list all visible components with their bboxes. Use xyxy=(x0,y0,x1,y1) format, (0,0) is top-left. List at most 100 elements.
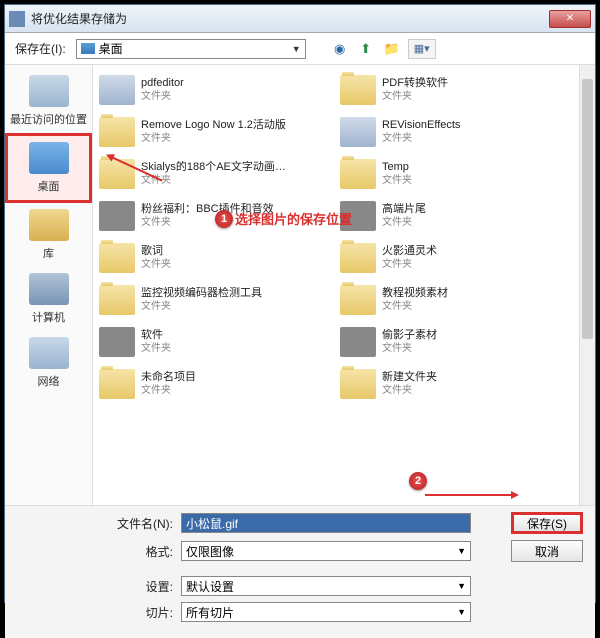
chevron-down-icon: ▼ xyxy=(457,607,466,617)
file-item[interactable]: 粉丝福利：BBC插件和音效文件夹 xyxy=(93,195,334,237)
places-sidebar: 最近访问的位置桌面库计算机网络 xyxy=(5,65,93,505)
file-item[interactable]: 教程视频素材文件夹 xyxy=(334,279,575,321)
main-area: 最近访问的位置桌面库计算机网络 pdfeditor文件夹PDF转换软件文件夹Re… xyxy=(5,65,595,505)
file-type: 文件夹 xyxy=(382,133,460,145)
folder-icon xyxy=(340,201,376,231)
folder-icon xyxy=(99,243,135,273)
settings-label: 设置: xyxy=(105,578,173,595)
file-name: 粉丝福利：BBC插件和音效 xyxy=(141,203,274,216)
sidebar-item-computer[interactable]: 计算机 xyxy=(5,267,92,331)
chevron-down-icon: ▼ xyxy=(292,44,301,54)
save-dialog-window: 将优化结果存储为 ✕ 保存在(I): 桌面 ▼ ◉ ⬆ 📁 ▦▾ 最近访问的位置… xyxy=(4,4,596,603)
sidebar-item-network[interactable]: 网络 xyxy=(5,331,92,395)
titlebar[interactable]: 将优化结果存储为 ✕ xyxy=(5,5,595,33)
file-item[interactable]: 偷影子素材文件夹 xyxy=(334,321,575,363)
location-dropdown[interactable]: 桌面 ▼ xyxy=(76,39,306,59)
sidebar-item-label: 最近访问的位置 xyxy=(10,111,87,127)
file-item[interactable]: PDF转换软件文件夹 xyxy=(334,69,575,111)
bottom-panel: 文件名(N): 保存(S) 格式: 仅限图像▼ 取消 设置: 默认设置▼ 切片:… xyxy=(5,505,595,638)
file-item[interactable]: 新建文件夹文件夹 xyxy=(334,363,575,405)
file-type: 文件夹 xyxy=(141,301,262,313)
folder-icon xyxy=(99,201,135,231)
close-icon: ✕ xyxy=(566,13,574,24)
folder-icon xyxy=(340,159,376,189)
file-type: 文件夹 xyxy=(141,175,291,187)
computer-icon xyxy=(29,273,69,305)
desktop-icon xyxy=(81,43,95,54)
file-item[interactable]: pdfeditor文件夹 xyxy=(93,69,334,111)
file-type: 文件夹 xyxy=(141,385,196,397)
sidebar-item-label: 计算机 xyxy=(32,309,65,325)
file-name: pdfeditor xyxy=(141,77,184,90)
file-type: 文件夹 xyxy=(382,217,426,229)
file-name: 未命名项目 xyxy=(141,371,196,384)
file-item[interactable]: 火影通灵术文件夹 xyxy=(334,237,575,279)
sidebar-item-lib[interactable]: 库 xyxy=(5,203,92,267)
file-type: 文件夹 xyxy=(382,301,448,313)
file-name: 监控视频编码器检测工具 xyxy=(141,287,262,300)
cancel-button[interactable]: 取消 xyxy=(511,540,583,562)
location-value: 桌面 xyxy=(99,40,123,57)
file-item[interactable]: 软件文件夹 xyxy=(93,321,334,363)
sidebar-item-recent[interactable]: 最近访问的位置 xyxy=(5,69,92,133)
network-icon xyxy=(29,337,69,369)
file-item[interactable]: 高端片尾文件夹 xyxy=(334,195,575,237)
folder-icon xyxy=(340,117,376,147)
sidebar-item-label: 库 xyxy=(43,245,54,261)
format-dropdown[interactable]: 仅限图像▼ xyxy=(181,541,471,561)
file-name: 高端片尾 xyxy=(382,203,426,216)
file-item[interactable]: 未命名项目文件夹 xyxy=(93,363,334,405)
file-name: Skialys的188个AE文字动画特效预设 xyxy=(141,161,291,174)
file-list[interactable]: pdfeditor文件夹PDF转换软件文件夹Remove Logo Now 1.… xyxy=(93,65,595,505)
file-item[interactable]: Temp文件夹 xyxy=(334,153,575,195)
file-name: 软件 xyxy=(141,329,171,342)
sidebar-item-desktop[interactable]: 桌面 xyxy=(5,133,92,203)
file-item[interactable]: 监控视频编码器检测工具文件夹 xyxy=(93,279,334,321)
up-folder-button[interactable]: ⬆ xyxy=(356,39,376,59)
chevron-down-icon: ▼ xyxy=(457,581,466,591)
file-item[interactable]: REVisionEffects文件夹 xyxy=(334,111,575,153)
app-icon xyxy=(9,11,25,27)
file-name: 歌词 xyxy=(141,245,171,258)
file-type: 文件夹 xyxy=(141,343,171,355)
back-button[interactable]: ◉ xyxy=(330,39,350,59)
file-type: 文件夹 xyxy=(141,259,171,271)
folder-icon xyxy=(340,285,376,315)
file-name: 火影通灵术 xyxy=(382,245,437,258)
file-name: PDF转换软件 xyxy=(382,77,448,90)
filename-input[interactable] xyxy=(181,513,471,533)
chevron-down-icon: ▼ xyxy=(457,546,466,556)
folder-icon xyxy=(99,75,135,105)
file-name: 新建文件夹 xyxy=(382,371,437,384)
file-type: 文件夹 xyxy=(141,91,184,103)
sidebar-item-label: 网络 xyxy=(38,373,60,389)
folder-icon xyxy=(340,327,376,357)
file-type: 文件夹 xyxy=(141,133,286,145)
file-name: Temp xyxy=(382,161,412,174)
desktop-icon xyxy=(29,142,69,174)
folder-icon xyxy=(99,327,135,357)
lib-icon xyxy=(29,209,69,241)
format-label: 格式: xyxy=(105,543,173,560)
file-name: 教程视频素材 xyxy=(382,287,448,300)
settings-dropdown[interactable]: 默认设置▼ xyxy=(181,576,471,596)
file-type: 文件夹 xyxy=(382,343,437,355)
close-button[interactable]: ✕ xyxy=(549,10,591,28)
file-item[interactable]: Skialys的188个AE文字动画特效预设文件夹 xyxy=(93,153,334,195)
view-mode-button[interactable]: ▦▾ xyxy=(408,39,436,59)
slice-dropdown[interactable]: 所有切片▼ xyxy=(181,602,471,622)
save-button[interactable]: 保存(S) xyxy=(511,512,583,534)
folder-icon xyxy=(340,75,376,105)
new-folder-button[interactable]: 📁 xyxy=(382,39,402,59)
scrollbar[interactable] xyxy=(579,65,595,505)
file-item[interactable]: 歌词文件夹 xyxy=(93,237,334,279)
file-name: REVisionEffects xyxy=(382,119,460,132)
scrollbar-thumb[interactable] xyxy=(582,79,593,339)
sidebar-item-label: 桌面 xyxy=(38,178,60,194)
folder-icon xyxy=(99,285,135,315)
file-type: 文件夹 xyxy=(382,175,412,187)
folder-icon xyxy=(340,369,376,399)
file-type: 文件夹 xyxy=(382,259,437,271)
file-type: 文件夹 xyxy=(141,217,274,229)
file-item[interactable]: Remove Logo Now 1.2活动版文件夹 xyxy=(93,111,334,153)
